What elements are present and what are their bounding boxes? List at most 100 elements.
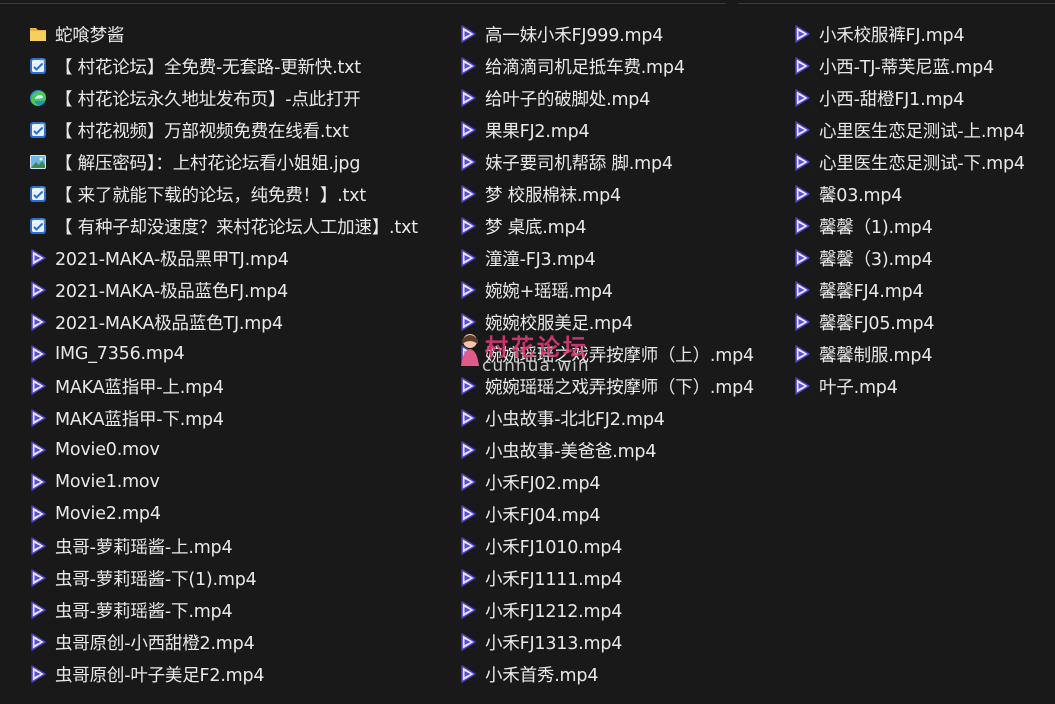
file-name: 蛇喰梦酱	[55, 25, 125, 46]
video-file-icon	[458, 216, 478, 236]
text-file-icon	[28, 216, 48, 236]
file-item[interactable]: IMG_7356.mp4	[28, 338, 448, 370]
video-file-icon	[792, 152, 812, 172]
file-item[interactable]: Movie0.mov	[28, 434, 448, 466]
file-item[interactable]: 小禾FJ04.mp4	[458, 498, 788, 530]
file-name: 心里医生恋足测试-下.mp4	[819, 153, 1025, 174]
video-file-icon	[458, 312, 478, 332]
file-name: IMG_7356.mp4	[55, 344, 185, 364]
video-file-icon	[28, 664, 48, 684]
file-item[interactable]: Movie2.mp4	[28, 498, 448, 530]
file-item[interactable]: 馨馨（1).mp4	[792, 210, 1054, 242]
file-item[interactable]: 婉婉瑶瑶之戏弄按摩师（下）.mp4	[458, 370, 788, 402]
file-item[interactable]: 小禾FJ02.mp4	[458, 466, 788, 498]
file-name: 馨馨（3).mp4	[819, 249, 933, 270]
file-item[interactable]: 小虫故事-美爸爸.mp4	[458, 434, 788, 466]
file-item[interactable]: 【 村花视频】万部视频免费在线看.txt	[28, 114, 448, 146]
file-name: 虫哥-萝莉瑶酱-上.mp4	[55, 537, 233, 558]
file-item[interactable]: 小禾FJ1313.mp4	[458, 626, 788, 658]
file-item[interactable]: 2021-MAKA-极品黑甲TJ.mp4	[28, 242, 448, 274]
file-name: 小禾FJ1313.mp4	[485, 633, 623, 654]
file-item[interactable]: MAKA蓝指甲-下.mp4	[28, 402, 448, 434]
file-name: 小禾FJ04.mp4	[485, 505, 601, 526]
file-name: 婉婉+瑶瑶.mp4	[485, 281, 613, 302]
file-item[interactable]: 叶子.mp4	[792, 370, 1054, 402]
file-item[interactable]: 给叶子的破脚处.mp4	[458, 82, 788, 114]
file-name: 馨馨FJ4.mp4	[819, 281, 924, 302]
video-file-icon	[792, 376, 812, 396]
file-name: 【 解压密码】：上村花论坛看小姐姐.jpg	[55, 153, 361, 174]
file-item[interactable]: 虫哥原创-叶子美足F2.mp4	[28, 658, 448, 690]
video-file-icon	[792, 216, 812, 236]
video-file-icon	[458, 440, 478, 460]
video-file-icon	[28, 632, 48, 652]
file-item[interactable]: 小西-甜橙FJ1.mp4	[792, 82, 1054, 114]
file-item[interactable]: 2021-MAKA-极品蓝色FJ.mp4	[28, 274, 448, 306]
file-name: Movie1.mov	[55, 472, 160, 492]
file-item[interactable]: 2021-MAKA极品蓝色TJ.mp4	[28, 306, 448, 338]
file-name: 妹子要司机帮舔 脚.mp4	[485, 153, 673, 174]
file-item[interactable]: Movie1.mov	[28, 466, 448, 498]
file-name: 叶子.mp4	[819, 377, 898, 398]
file-item[interactable]: 婉婉瑶瑶之戏弄按摩师（上）.mp4	[458, 338, 788, 370]
file-item[interactable]: 妹子要司机帮舔 脚.mp4	[458, 146, 788, 178]
video-file-icon	[28, 600, 48, 620]
file-name: 【 村花论坛】全免费-无套路-更新快.txt	[55, 57, 361, 78]
file-item[interactable]: 【 来了就能下载的论坛，纯免费！】.txt	[28, 178, 448, 210]
folder-icon	[28, 24, 48, 44]
file-item[interactable]: 梦 校服棉袜.mp4	[458, 178, 788, 210]
file-item[interactable]: 【 有种子却没速度？来村花论坛人工加速】.txt	[28, 210, 448, 242]
video-file-icon	[458, 56, 478, 76]
video-file-icon	[458, 472, 478, 492]
file-item[interactable]: 馨03.mp4	[792, 178, 1054, 210]
file-name: 给滴滴司机足抵车费.mp4	[485, 57, 685, 78]
file-name: 【 有种子却没速度？来村花论坛人工加速】.txt	[55, 217, 418, 238]
file-item[interactable]: 小禾FJ1010.mp4	[458, 530, 788, 562]
file-item[interactable]: 馨馨制服.mp4	[792, 338, 1054, 370]
video-file-icon	[28, 440, 48, 460]
file-name: MAKA蓝指甲-下.mp4	[55, 409, 224, 430]
file-item[interactable]: 小禾校服裤FJ.mp4	[792, 18, 1054, 50]
file-item[interactable]: 婉婉+瑶瑶.mp4	[458, 274, 788, 306]
file-item[interactable]: 虫哥-萝莉瑶酱-下.mp4	[28, 594, 448, 626]
file-name: 心里医生恋足测试-上.mp4	[819, 121, 1025, 142]
file-item[interactable]: 果果FJ2.mp4	[458, 114, 788, 146]
file-name: 婉婉校服美足.mp4	[485, 313, 633, 334]
video-file-icon	[28, 312, 48, 332]
file-item[interactable]: 高一妹小禾FJ999.mp4	[458, 18, 788, 50]
file-item[interactable]: 【 解压密码】：上村花论坛看小姐姐.jpg	[28, 146, 448, 178]
edge-browser-icon	[28, 88, 48, 108]
file-item[interactable]: MAKA蓝指甲-上.mp4	[28, 370, 448, 402]
file-item[interactable]: 潼潼-FJ3.mp4	[458, 242, 788, 274]
file-item[interactable]: 小西-TJ-蒂芙尼蓝.mp4	[792, 50, 1054, 82]
header-divider-right	[738, 0, 1055, 4]
file-item[interactable]: 馨馨FJ05.mp4	[792, 306, 1054, 338]
file-name: 2021-MAKA-极品黑甲TJ.mp4	[55, 249, 289, 270]
file-item[interactable]: 虫哥-萝莉瑶酱-上.mp4	[28, 530, 448, 562]
file-item[interactable]: 心里医生恋足测试-上.mp4	[792, 114, 1054, 146]
file-name: 小虫故事-北北FJ2.mp4	[485, 409, 665, 430]
file-item[interactable]: 小禾FJ1111.mp4	[458, 562, 788, 594]
file-name: 高一妹小禾FJ999.mp4	[485, 25, 664, 46]
file-item[interactable]: 蛇喰梦酱	[28, 18, 448, 50]
file-item[interactable]: 小禾FJ1212.mp4	[458, 594, 788, 626]
file-name: 2021-MAKA极品蓝色TJ.mp4	[55, 313, 283, 334]
file-item[interactable]: 【 村花论坛永久地址发布页】-点此打开	[28, 82, 448, 114]
file-item[interactable]: 虫哥-萝莉瑶酱-下(1).mp4	[28, 562, 448, 594]
file-item[interactable]: 给滴滴司机足抵车费.mp4	[458, 50, 788, 82]
file-item[interactable]: 【 村花论坛】全免费-无套路-更新快.txt	[28, 50, 448, 82]
file-name: 小禾FJ02.mp4	[485, 473, 601, 494]
video-file-icon	[28, 344, 48, 364]
video-file-icon	[28, 504, 48, 524]
file-item[interactable]: 小禾首秀.mp4	[458, 658, 788, 690]
file-name: 小虫故事-美爸爸.mp4	[485, 441, 657, 462]
file-item[interactable]: 婉婉校服美足.mp4	[458, 306, 788, 338]
file-item[interactable]: 小虫故事-北北FJ2.mp4	[458, 402, 788, 434]
file-item[interactable]: 梦 桌底.mp4	[458, 210, 788, 242]
file-item[interactable]: 馨馨（3).mp4	[792, 242, 1054, 274]
video-file-icon	[28, 472, 48, 492]
file-item[interactable]: 心里医生恋足测试-下.mp4	[792, 146, 1054, 178]
video-file-icon	[458, 408, 478, 428]
file-item[interactable]: 馨馨FJ4.mp4	[792, 274, 1054, 306]
file-item[interactable]: 虫哥原创-小西甜橙2.mp4	[28, 626, 448, 658]
